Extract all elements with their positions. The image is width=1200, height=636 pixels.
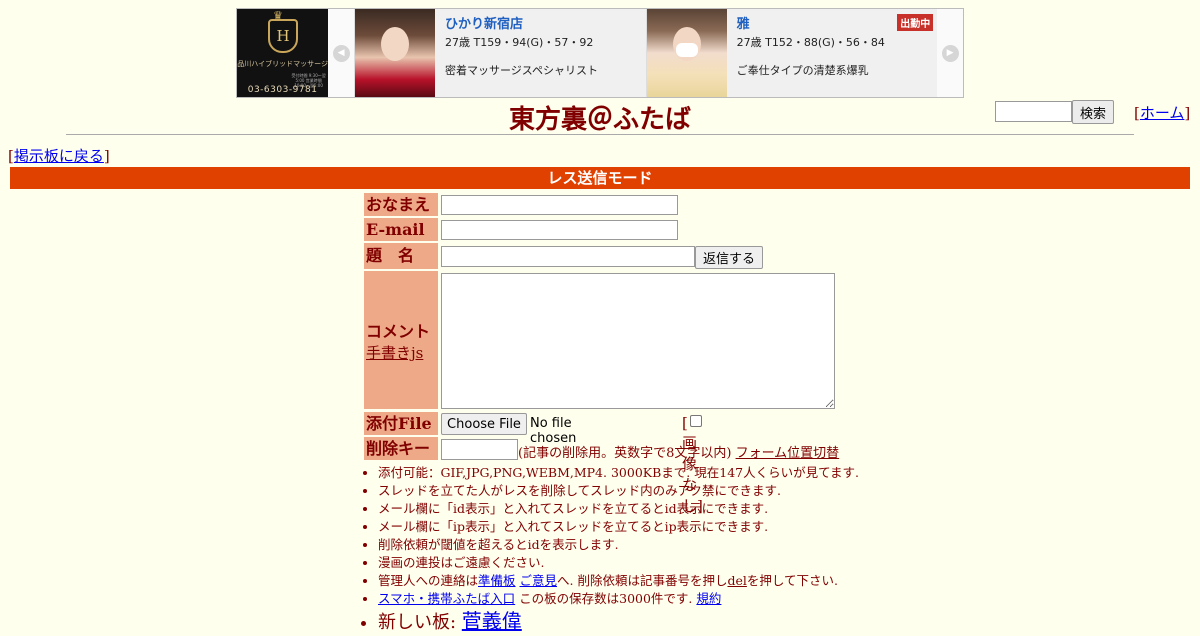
search-input[interactable] (995, 101, 1072, 122)
delete-key-hint-row: (記事の削除用。英数字で8文字以内) フォーム位置切替 (518, 442, 839, 461)
ad-card-desc: ご奉仕タイプの清楚系爆乳 (736, 64, 869, 77)
ad-shop-logo[interactable]: ♛ H 品川ハイブリッドマッサージ 受付時間 9:30〜翌5:00 営業時間 1… (237, 9, 329, 97)
mobile-entry-link[interactable]: スマホ・携帯ふたば入口 (378, 591, 515, 606)
ad-photo (646, 9, 727, 97)
comment-label-cell: コメント 手書きjs (364, 271, 438, 409)
no-image-checkbox[interactable] (689, 415, 702, 427)
choose-file-button[interactable]: Choose File (441, 413, 527, 435)
rule-item: 削除依頼が閾値を超えるとidを表示します. (378, 536, 859, 554)
header-divider (66, 134, 1134, 135)
new-board-link[interactable]: 菅義偉 (462, 609, 522, 633)
rule-item: メール欄に「id表示」と入れてスレッドを立てるとid表示にできます. (378, 500, 859, 518)
board-rules-list: 添付可能：GIF,JPG,PNG,WEBM,MP4. 3000KBまで. 現在1… (362, 464, 859, 634)
handwriting-link[interactable]: 手書きjs (366, 344, 423, 362)
subject-input[interactable] (441, 246, 695, 267)
delete-key-input[interactable] (441, 439, 518, 460)
ad-card-name: ひかり新宿店 (445, 17, 524, 32)
ad-prev-button[interactable]: ◀ (328, 9, 355, 97)
ad-banner[interactable]: ♛ H 品川ハイブリッドマッサージ 受付時間 9:30〜翌5:00 営業時間 1… (236, 8, 964, 98)
status-badge: 出勤中 (897, 14, 934, 31)
back-to-board-link[interactable]: 掲示板に戻る (14, 147, 104, 165)
ad-photo (355, 9, 436, 97)
comment-label: コメント (366, 322, 431, 341)
ad-card-desc: 密着マッサージスペシャリスト (445, 64, 599, 77)
prep-board-link[interactable]: 準備板 (478, 573, 516, 588)
search-button[interactable]: 検索 (1072, 100, 1114, 124)
ad-card[interactable]: ひかり新宿店 27歳 T159・94(G)・57・92 密着マッサージスペシャリ… (354, 9, 646, 97)
rule-text: へ. 削除依頼は記事番号を押し (557, 573, 728, 588)
submit-reply-button[interactable]: 返信する (695, 246, 763, 269)
ad-card-stats: 27歳 T152・88(G)・56・84 (736, 36, 885, 49)
back-link-wrapper: [掲示板に戻る] (8, 147, 110, 165)
comment-textarea[interactable] (441, 273, 835, 409)
rule-item: メール欄に「ip表示」と入れてスレッドを立てるとip表示にできます. (378, 518, 859, 536)
arrow-left-icon: ◀ (332, 44, 350, 62)
feedback-link[interactable]: ご意見 (520, 573, 558, 588)
arrow-right-icon: ▶ (941, 44, 959, 62)
home-link-wrapper: [ホーム] (1134, 104, 1191, 122)
ad-card-stats: 27歳 T159・94(G)・57・92 (445, 36, 594, 49)
delete-key-hint: (記事の削除用。英数字で8文字以内) (518, 446, 732, 461)
rule-text: この板の保存数は3000件です. (515, 591, 693, 606)
rule-item: スマホ・携帯ふたば入口 この板の保存数は3000件です. 規約 (378, 590, 859, 608)
rule-item: スレッドを立てた人がレスを削除してスレッド内のみアク禁にできます. (378, 482, 859, 500)
rule-item: 添付可能：GIF,JPG,PNG,WEBM,MP4. 3000KBまで. 現在1… (378, 464, 859, 482)
email-label: E-mail (364, 218, 438, 241)
terms-link[interactable]: 規約 (696, 591, 721, 606)
logo-crest: H (268, 19, 298, 53)
ad-shop-name: 品川ハイブリッドマッサージ (237, 60, 328, 68)
email-input[interactable] (441, 220, 678, 240)
name-input[interactable] (441, 195, 678, 215)
rule-item: 漫画の連投はご遠慮ください. (378, 554, 859, 572)
name-label: おなまえ (364, 193, 438, 216)
ad-card[interactable]: 雅 出勤中 27歳 T152・88(G)・56・84 ご奉仕タイプの清楚系爆乳 (645, 9, 938, 97)
home-link[interactable]: ホーム (1140, 104, 1185, 122)
rule-item: 管理人への連絡は準備板 ご意見へ. 削除依頼は記事番号を押しdelを押して下さい… (378, 572, 859, 590)
delete-key-label: 削除キー (364, 437, 438, 460)
rule-item: 新しい板: 菅義偉 (378, 608, 859, 634)
form-position-toggle-link[interactable]: フォーム位置切替 (736, 446, 840, 461)
file-label: 添付File (364, 412, 438, 435)
ad-next-button[interactable]: ▶ (937, 9, 963, 97)
ad-shop-tel: 03-6303-9781 (247, 85, 318, 95)
rule-text: 管理人への連絡は (378, 573, 479, 588)
del-link[interactable]: del (727, 573, 746, 588)
mode-title-bar: レス送信モード (10, 167, 1190, 189)
subject-label: 題 名 (364, 243, 438, 269)
rule-text: を押して下さい. (746, 573, 838, 588)
